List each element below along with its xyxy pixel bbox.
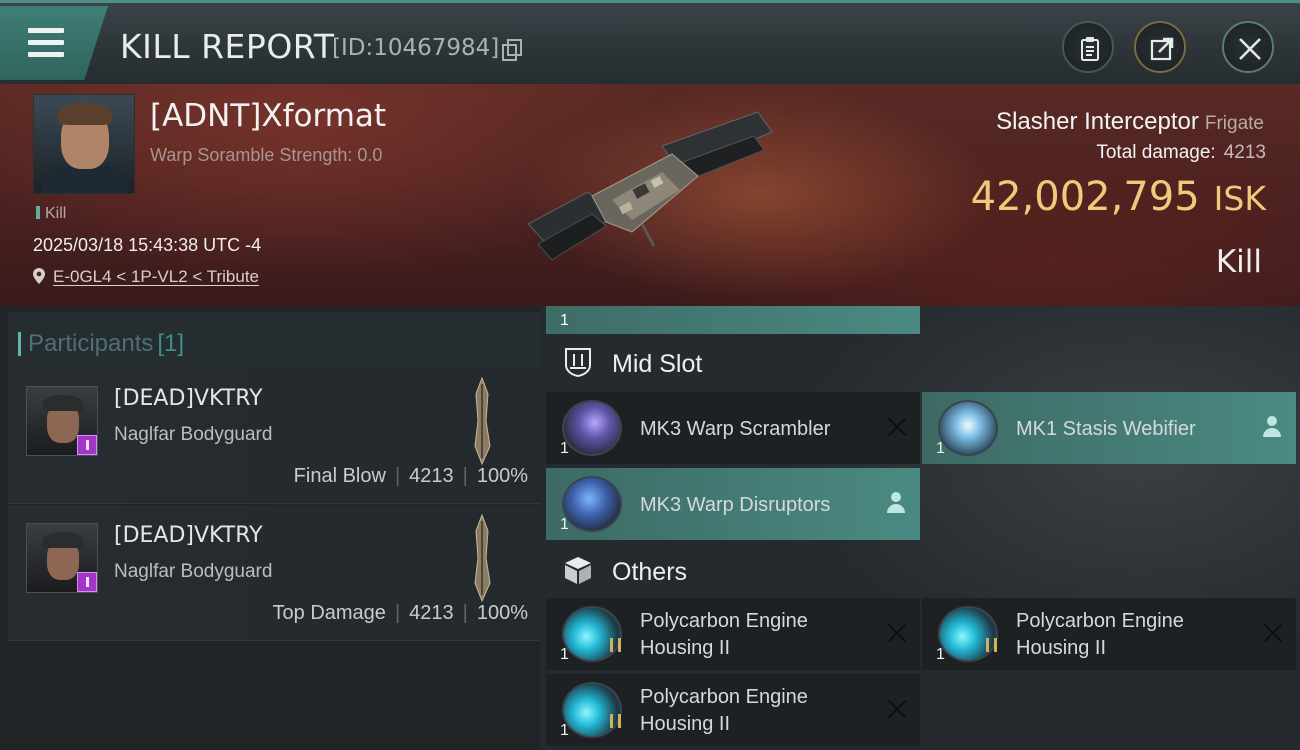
title-bar: KILL REPORT [ID:10467984] <box>0 0 1300 84</box>
kill-tag: Kill <box>36 205 66 223</box>
warp-disruptor-icon <box>562 476 622 532</box>
module-tile[interactable]: 1 Polycarbon Engine Housing II <box>922 598 1296 670</box>
tier-ii-icon <box>610 714 621 728</box>
participant-row[interactable]: [DEAD]VKTRY Naglfar Bodyguard Top Damage… <box>8 505 540 641</box>
victim-avatar[interactable] <box>33 94 135 194</box>
clipboard-button[interactable] <box>1062 21 1114 73</box>
module-tile[interactable]: 1 MK3 Warp Scrambler <box>546 392 920 464</box>
tier-ii-icon <box>610 638 621 652</box>
participant-ship: Naglfar Bodyguard <box>114 561 273 582</box>
participants-header: Participants [1] <box>8 312 540 370</box>
location-link[interactable]: E-0GL4 < 1P-VL2 < Tribute <box>53 267 259 286</box>
destroyed-x-icon <box>886 698 908 720</box>
participant-stats: Top Damage | 4213 | 100% <box>272 602 528 624</box>
engine-housing-icon <box>562 682 622 738</box>
victim-ship-name[interactable]: Slasher Interceptor Frigate <box>996 108 1264 136</box>
participant-ship-image <box>474 513 491 603</box>
copy-icon[interactable] <box>502 39 522 61</box>
module-name: MK3 Warp Disruptors <box>640 494 831 516</box>
engine-housing-icon <box>562 606 622 662</box>
module-tile-partial[interactable]: 1 <box>546 306 920 334</box>
module-tile[interactable]: 1 MK3 Warp Disruptors <box>546 468 920 540</box>
clipboard-icon <box>1081 37 1099 61</box>
module-qty: 1 <box>560 646 569 663</box>
module-name: Polycarbon Engine Housing II <box>640 610 808 659</box>
engine-housing-icon <box>938 606 998 662</box>
module-name: MK3 Warp Scrambler <box>640 418 831 440</box>
kill-datetime: 2025/03/18 15:43:38 UTC -4 <box>33 235 262 255</box>
dropped-person-icon <box>886 492 906 514</box>
mid-slot-icon <box>565 348 591 378</box>
page-title: KILL REPORT <box>120 27 335 66</box>
participant-ship: Naglfar Bodyguard <box>114 424 273 445</box>
module-qty: 1 <box>560 722 569 739</box>
participants-title: Participants [1] <box>17 330 185 357</box>
destroyed-x-icon <box>1262 622 1284 644</box>
victim-name[interactable]: [ADNT]Xformat <box>150 98 386 134</box>
participant-stats: Final Blow | 4213 | 100% <box>293 465 528 487</box>
participant-avatar[interactable] <box>26 523 98 593</box>
isk-value: 42,002,795 ISK <box>970 174 1266 220</box>
participant-ship-image <box>474 376 491 466</box>
participant-name[interactable]: [DEAD]VKTRY <box>114 523 263 548</box>
share-button[interactable] <box>1134 21 1186 73</box>
stasis-webifier-icon <box>938 400 998 456</box>
participant-avatar[interactable] <box>26 386 98 456</box>
module-qty: 1 <box>560 516 569 533</box>
warp-scramble-strength: Warp Soramble Strength: 0.0 <box>150 145 383 165</box>
victim-banner: [ADNT]Xformat Warp Soramble Strength: 0.… <box>0 84 1300 306</box>
share-icon <box>1150 37 1174 61</box>
module-name: Polycarbon Engine Housing II <box>640 686 808 735</box>
location-pin-icon <box>33 268 45 284</box>
menu-button[interactable] <box>0 6 108 80</box>
module-name: Polycarbon Engine Housing II <box>1016 610 1184 659</box>
dropped-person-icon <box>1262 416 1282 438</box>
participants-panel: Participants [1] [DEAD]VKTRY Naglfar Body… <box>0 306 540 750</box>
close-button[interactable] <box>1222 21 1274 73</box>
module-tile[interactable]: 1 Polycarbon Engine Housing II <box>546 598 920 670</box>
menu-icon <box>28 28 66 58</box>
destroyed-x-icon <box>886 622 908 644</box>
tier-ii-icon <box>986 638 997 652</box>
others-box-icon <box>565 557 591 584</box>
destroyed-x-icon <box>886 416 908 438</box>
fitting-panel: 1 Mid Slot 1 MK3 Warp Scrambler 1 MK1 St… <box>540 306 1300 750</box>
module-qty: 1 <box>936 440 945 457</box>
module-qty: 1 <box>560 312 569 329</box>
participant-badge-icon <box>77 572 97 592</box>
module-name: MK1 Stasis Webifier <box>1016 418 1196 440</box>
total-damage: Total damage: 4213 <box>1096 142 1266 163</box>
victim-ship-image <box>527 111 773 261</box>
result-label: Kill <box>1215 244 1262 280</box>
module-qty: 1 <box>560 440 569 457</box>
participant-row[interactable]: [DEAD]VKTRY Naglfar Bodyguard Final Blow… <box>8 368 540 504</box>
close-icon <box>1239 38 1261 60</box>
participant-badge-icon <box>77 435 97 455</box>
warp-scrambler-icon <box>562 400 622 456</box>
module-tile[interactable]: 1 Polycarbon Engine Housing II <box>546 674 920 746</box>
location[interactable]: E-0GL4 < 1P-VL2 < Tribute <box>33 267 259 287</box>
module-tile[interactable]: 1 MK1 Stasis Webifier <box>922 392 1296 464</box>
report-id: [ID:10467984] <box>332 35 500 61</box>
participants-count: [1] <box>157 330 185 357</box>
ship-class: Frigate <box>1204 113 1264 134</box>
participant-name[interactable]: [DEAD]VKTRY <box>114 386 263 411</box>
module-qty: 1 <box>936 646 945 663</box>
